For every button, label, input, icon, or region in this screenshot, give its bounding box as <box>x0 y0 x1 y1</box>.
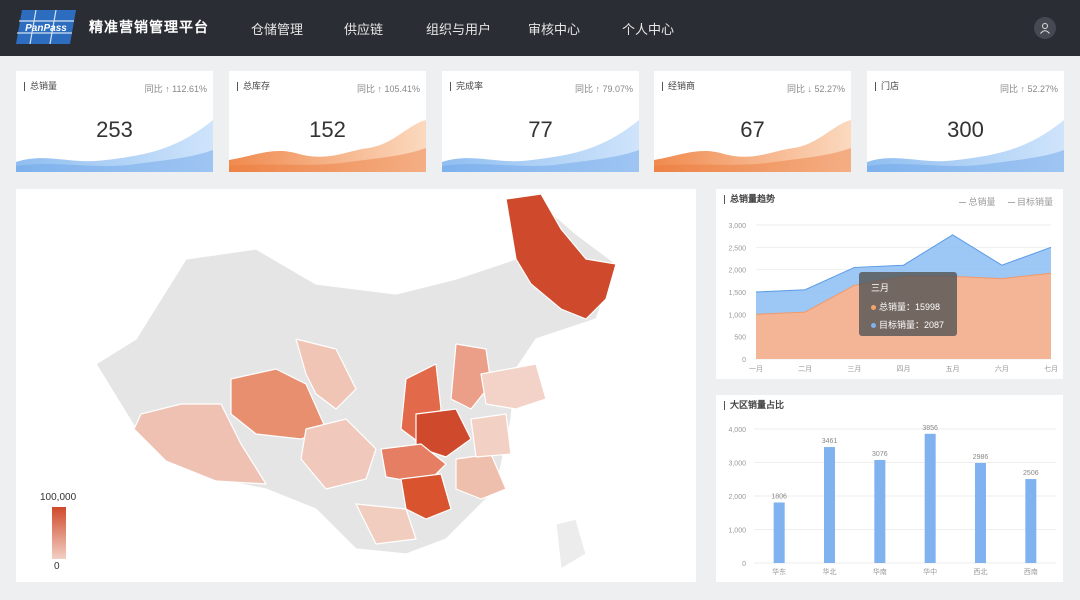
x-tick-label: 华南 <box>873 567 887 576</box>
bar-华北 <box>824 447 835 563</box>
bar-value-label: 2506 <box>1023 470 1039 477</box>
y-tick-label: 500 <box>734 335 746 342</box>
y-tick-label: 1,000 <box>728 528 746 535</box>
x-tick-label: 西北 <box>974 568 988 576</box>
y-tick-label: 2,000 <box>728 494 746 501</box>
kpi-title: 门店 <box>875 82 899 91</box>
nav-item-warehouse[interactable]: 仓储管理 <box>251 19 303 38</box>
kpi-yoy: 同比 ↓ 52.27% <box>786 84 845 94</box>
kpi-yoy: 同比 ↑ 105.41% <box>356 84 420 94</box>
x-tick-label: 五月 <box>946 365 960 373</box>
x-tick-label: 六月 <box>995 364 1009 373</box>
kpi-wave <box>442 120 639 172</box>
x-tick-label: 七月 <box>1044 364 1058 373</box>
y-tick-label: 2,500 <box>728 245 746 252</box>
map-visual-scale[interactable] <box>52 507 66 559</box>
x-tick-label: 一月 <box>749 365 763 373</box>
kpi-wave <box>867 120 1064 172</box>
kpi-card-total-sales[interactable]: 总销量 同比 ↑ 112.61% 253 <box>16 71 213 172</box>
kpi-title: 完成率 <box>450 82 483 91</box>
bar-华东 <box>773 502 785 563</box>
platform-title: 精准营销管理平台 <box>89 19 209 35</box>
y-tick-label: 3,000 <box>728 461 746 468</box>
nav-item-org-users[interactable]: 组织与用户 <box>426 19 491 38</box>
y-tick-label: 2,000 <box>728 268 746 275</box>
kpi-yoy: 同比 ↑ 79.07% <box>574 84 633 94</box>
kpi-title: 经销商 <box>662 82 695 91</box>
kpi-card-completion-rate[interactable]: 完成率 同比 ↑ 79.07% 77 <box>442 71 639 172</box>
bar-华中 <box>924 433 936 563</box>
user-icon <box>1040 23 1050 34</box>
x-tick-label: 华东 <box>772 567 786 576</box>
map-region-anhui <box>470 413 512 458</box>
kpi-yoy: 同比 ↑ 52.27% <box>999 84 1058 94</box>
panpass-logo[interactable]: PanPass <box>16 9 76 45</box>
x-tick-label: 华中 <box>923 567 937 576</box>
y-tick-label: 4,000 <box>728 427 746 434</box>
nav-item-review-center[interactable]: 审核中心 <box>528 19 580 38</box>
map-legend-max: 100,000 <box>40 492 77 503</box>
kpi-title: 总销量 <box>24 82 57 91</box>
tooltip-row-sales: 总销量：15998 <box>871 300 945 313</box>
bar-西南 <box>1025 479 1037 563</box>
kpi-wave <box>229 120 426 172</box>
china-sales-map[interactable] <box>16 189 696 582</box>
kpi-yoy: 同比 ↑ 112.61% <box>144 84 207 94</box>
y-tick-label: 3,000 <box>728 223 746 230</box>
bar-value-label: 1806 <box>771 493 787 500</box>
region-sales-panel: 大区销量占比 0 1,000 2,000 3,000 4,000 1806 华东 3461 华北… <box>716 395 1063 582</box>
y-tick-label: 1,000 <box>728 312 746 319</box>
top-navigation-bar: PanPass 精准营销管理平台 仓储管理 供应链 组织与用户 审核中心 个人中… <box>0 0 1080 56</box>
y-tick-label: 0 <box>742 561 746 568</box>
sales-trend-panel: 总销量趋势 总销量 目标销量 0 500 1,000 1,500 2,000 2,500 3… <box>716 189 1063 379</box>
bar-西北 <box>975 462 986 563</box>
bar-value-label: 3076 <box>872 451 888 458</box>
kpi-card-total-inventory[interactable]: 总库存 同比 ↑ 105.41% 152 <box>229 71 426 172</box>
y-tick-label: 1,500 <box>728 290 746 297</box>
y-tick-label: 0 <box>742 357 746 364</box>
bar-华南 <box>874 459 886 563</box>
nav-item-personal-center[interactable]: 个人中心 <box>622 19 674 38</box>
kpi-title: 总库存 <box>237 82 270 91</box>
kpi-wave <box>654 120 851 172</box>
kpi-wave <box>16 120 213 172</box>
region-sales-chart[interactable]: 0 1,000 2,000 3,000 4,000 1806 华东 3461 华北 3076 华南 3… <box>716 395 1063 582</box>
x-tick-label: 华北 <box>823 567 837 576</box>
chart-tooltip: 三月 总销量：15998 目标销量：2087 <box>859 272 957 336</box>
logo-text: PanPass <box>25 23 67 34</box>
tooltip-month: 三月 <box>871 283 890 293</box>
kpi-card-stores[interactable]: 门店 同比 ↑ 52.27% 300 <box>867 71 1064 172</box>
map-legend-min: 0 <box>54 561 60 572</box>
map-region-taiwan <box>555 518 587 570</box>
user-profile-button[interactable] <box>1034 17 1056 39</box>
x-tick-label: 西南 <box>1024 567 1038 576</box>
bar-value-label: 2986 <box>973 454 989 461</box>
bar-value-label: 3856 <box>922 425 938 432</box>
sales-map-panel: 100,000 0 <box>16 189 696 582</box>
nav-item-supply-chain[interactable]: 供应链 <box>344 19 383 38</box>
tooltip-row-target: 目标销量：2087 <box>871 318 945 331</box>
x-tick-label: 四月 <box>897 365 911 373</box>
kpi-card-dealers[interactable]: 经销商 同比 ↓ 52.27% 67 <box>654 71 851 172</box>
bar-value-label: 3461 <box>822 438 838 445</box>
x-tick-label: 二月 <box>798 365 812 373</box>
x-tick-label: 三月 <box>847 365 861 373</box>
